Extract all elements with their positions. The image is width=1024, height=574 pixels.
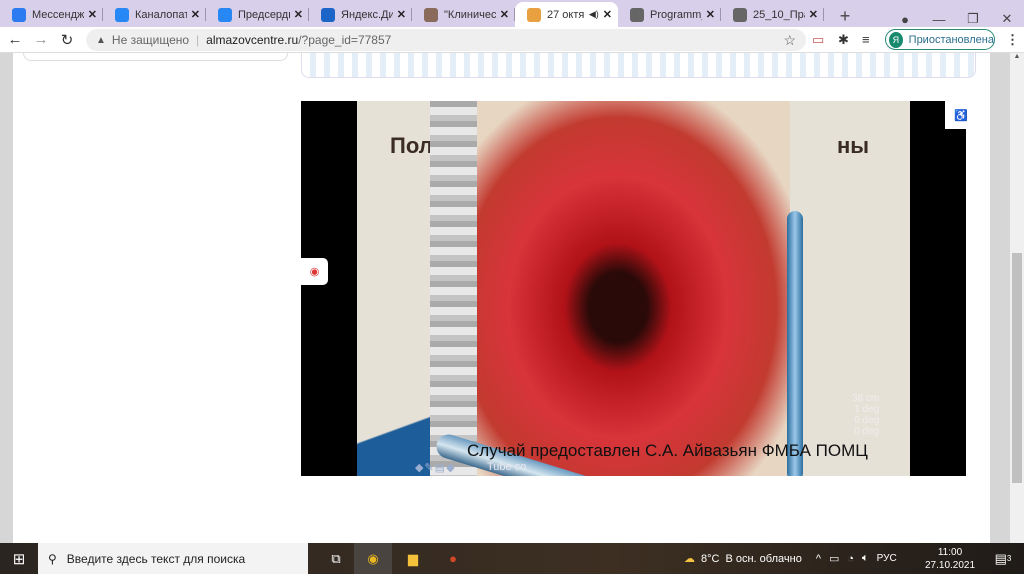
close-window-button[interactable]: ✕ bbox=[990, 11, 1024, 27]
maximize-button[interactable]: ❐ bbox=[956, 11, 990, 27]
taskbar: ⊞ ⚲ Введите здесь текст для поиска ⧉ ◉ ▆… bbox=[0, 543, 1024, 574]
video-caption: Случай предоставлен С.А. Айвазьян ФМБА П… bbox=[467, 441, 868, 460]
url-path: /?page_id=77857 bbox=[298, 33, 392, 47]
yandex-disk-icon bbox=[321, 7, 335, 22]
windows-start-icon[interactable]: ⊞ bbox=[0, 543, 38, 574]
close-tab-icon[interactable]: ✕ bbox=[294, 8, 303, 21]
tab-4[interactable]: "Клиничес ✕ bbox=[412, 2, 515, 27]
speaker-icon[interactable]: ◀) bbox=[589, 9, 599, 20]
content-card bbox=[301, 53, 976, 78]
language-indicator[interactable]: РУС bbox=[877, 553, 897, 564]
tab-0[interactable]: Мессенджер ✕ bbox=[0, 2, 103, 27]
overlay-text: Tube co bbox=[487, 461, 527, 473]
powerpoint-icon[interactable]: ● bbox=[436, 543, 470, 574]
date: 27.10.2021 bbox=[925, 560, 976, 571]
scroll-up-icon[interactable]: ▲ bbox=[1010, 53, 1024, 60]
vk-icon bbox=[115, 7, 129, 22]
avatar-icon bbox=[424, 7, 438, 22]
forward-button[interactable]: → bbox=[28, 31, 54, 48]
globe-icon bbox=[630, 7, 644, 22]
record-icon[interactable]: ◉ bbox=[301, 258, 328, 285]
tab-label: 25_10_Пра bbox=[753, 8, 805, 21]
profile-status: Приостановлена bbox=[908, 33, 994, 46]
file-explorer-icon[interactable]: ▆ bbox=[396, 543, 430, 574]
search-placeholder: Введите здесь текст для поиска bbox=[66, 551, 246, 566]
search-icon: ⚲ bbox=[48, 551, 57, 566]
chrome-icon[interactable]: ◉ bbox=[354, 543, 392, 574]
tab-1[interactable]: Каналопати ✕ bbox=[103, 2, 206, 27]
close-tab-icon[interactable]: ✕ bbox=[191, 8, 200, 21]
tab-6[interactable]: Programm_ ✕ bbox=[618, 2, 721, 27]
tab-label: Programm_ bbox=[650, 8, 702, 21]
notifications-icon[interactable]: ▤ 3 bbox=[988, 543, 1018, 574]
slide-title-end: ны bbox=[837, 133, 870, 158]
close-tab-icon[interactable]: ✕ bbox=[706, 8, 715, 21]
tab-5[interactable]: 27 октя ◀) ✕ bbox=[515, 2, 618, 27]
video-player[interactable]: Пол ны 38 cm 1 deg 0 deg 0 deg ◆✎▤◆ Tube co… bbox=[301, 101, 966, 476]
notification-count: 3 bbox=[1006, 554, 1012, 563]
page-viewport: Пол ны 38 cm 1 deg 0 deg 0 deg ◆✎▤◆ Tube co… bbox=[0, 53, 1024, 543]
media-control-icon[interactable]: ≡ bbox=[862, 32, 870, 47]
gauze-image bbox=[430, 101, 480, 476]
messenger-icon bbox=[12, 7, 26, 22]
sidebar-card bbox=[23, 53, 288, 61]
weather-desc[interactable]: В осн. облачно bbox=[725, 553, 801, 565]
close-tab-icon[interactable]: ✕ bbox=[88, 8, 97, 21]
new-tab-button[interactable]: + bbox=[828, 6, 862, 27]
extensions-puzzle-icon[interactable]: ✱ bbox=[838, 32, 849, 48]
system-tray: ☁ 8°C В осн. облачно ^ ▭ ◔ 🔈︎ РУС bbox=[684, 543, 897, 574]
close-tab-icon[interactable]: ✕ bbox=[500, 8, 509, 21]
scrollbar-thumb[interactable] bbox=[1012, 253, 1022, 483]
menu-kebab-icon[interactable]: ⋮ bbox=[1006, 32, 1019, 48]
weather-cloud-icon[interactable]: ☁ bbox=[684, 552, 695, 565]
volume-icon[interactable]: 🔈︎ bbox=[862, 552, 869, 565]
task-view-icon[interactable]: ⧉ bbox=[320, 543, 352, 574]
tab-label: Предсердн bbox=[238, 8, 290, 21]
retractor-image bbox=[787, 211, 803, 476]
url-host: almazovcentre.ru bbox=[206, 33, 299, 47]
bookmark-star-icon[interactable]: ☆ bbox=[783, 32, 796, 49]
tab-7[interactable]: 25_10_Пра ✕ bbox=[721, 2, 824, 27]
site-icon bbox=[527, 7, 541, 22]
toolbar: ← → ↻ ▲ Не защищено | almazovcentre.ru /… bbox=[0, 27, 1024, 53]
cast-extension-icon[interactable]: ▭ bbox=[812, 32, 824, 48]
avatar: Я bbox=[889, 31, 903, 48]
back-button[interactable]: ← bbox=[2, 31, 28, 48]
surgical-image bbox=[477, 101, 790, 476]
address-bar[interactable]: ▲ Не защищено | almazovcentre.ru /?page_… bbox=[86, 29, 806, 51]
taskbar-search[interactable]: ⚲ Введите здесь текст для поиска bbox=[38, 543, 308, 574]
tab-strip: Мессенджер✕Каналопати✕Предсердн✕Яндекс.Д… bbox=[0, 0, 1024, 27]
scrollbar[interactable]: ▲ bbox=[1010, 53, 1024, 543]
wifi-icon[interactable]: ◔ bbox=[847, 553, 854, 565]
close-tab-icon[interactable]: ✕ bbox=[603, 8, 612, 21]
vk-icon bbox=[218, 7, 232, 22]
profile-button[interactable]: Я Приостановлена bbox=[885, 29, 995, 50]
tab-label: Каналопати bbox=[135, 8, 187, 21]
close-tab-icon[interactable]: ✕ bbox=[809, 8, 818, 21]
chevron-up-icon[interactable]: ^ bbox=[816, 553, 821, 565]
battery-icon[interactable]: ▭ bbox=[829, 552, 839, 565]
tab-search-icon[interactable]: ● bbox=[888, 12, 922, 27]
slide-nav-controls: ◆✎▤◆ bbox=[415, 462, 456, 474]
close-tab-icon[interactable]: ✕ bbox=[397, 8, 406, 21]
page-content: Пол ны 38 cm 1 deg 0 deg 0 deg ◆✎▤◆ Tube co… bbox=[13, 53, 990, 543]
clock[interactable]: 11:00 27.10.2021 bbox=[925, 546, 975, 572]
minimize-button[interactable]: — bbox=[922, 12, 956, 27]
measurement-overlay: 38 cm 1 deg 0 deg 0 deg bbox=[852, 393, 880, 437]
tab-label: "Клиничес bbox=[444, 8, 496, 21]
globe-icon bbox=[733, 7, 747, 22]
tab-3[interactable]: Яндекс.Дис ✕ bbox=[309, 2, 412, 27]
security-label: Не защищено bbox=[111, 33, 190, 47]
reload-button[interactable]: ↻ bbox=[54, 31, 80, 49]
slide-background: Пол ны 38 cm 1 deg 0 deg 0 deg ◆✎▤◆ Tube co… bbox=[357, 101, 910, 476]
weather-temp[interactable]: 8°C bbox=[701, 553, 719, 565]
tab-label: 27 октя bbox=[547, 8, 585, 21]
tab-2[interactable]: Предсердн ✕ bbox=[206, 2, 309, 27]
tab-label: Яндекс.Дис bbox=[341, 8, 393, 21]
warning-icon: ▲ bbox=[96, 34, 106, 46]
accessibility-icon[interactable]: ♿ bbox=[945, 101, 977, 129]
tab-label: Мессенджер bbox=[32, 8, 84, 21]
slide-title-start: Пол bbox=[390, 133, 433, 158]
time: 11:00 bbox=[937, 547, 963, 558]
